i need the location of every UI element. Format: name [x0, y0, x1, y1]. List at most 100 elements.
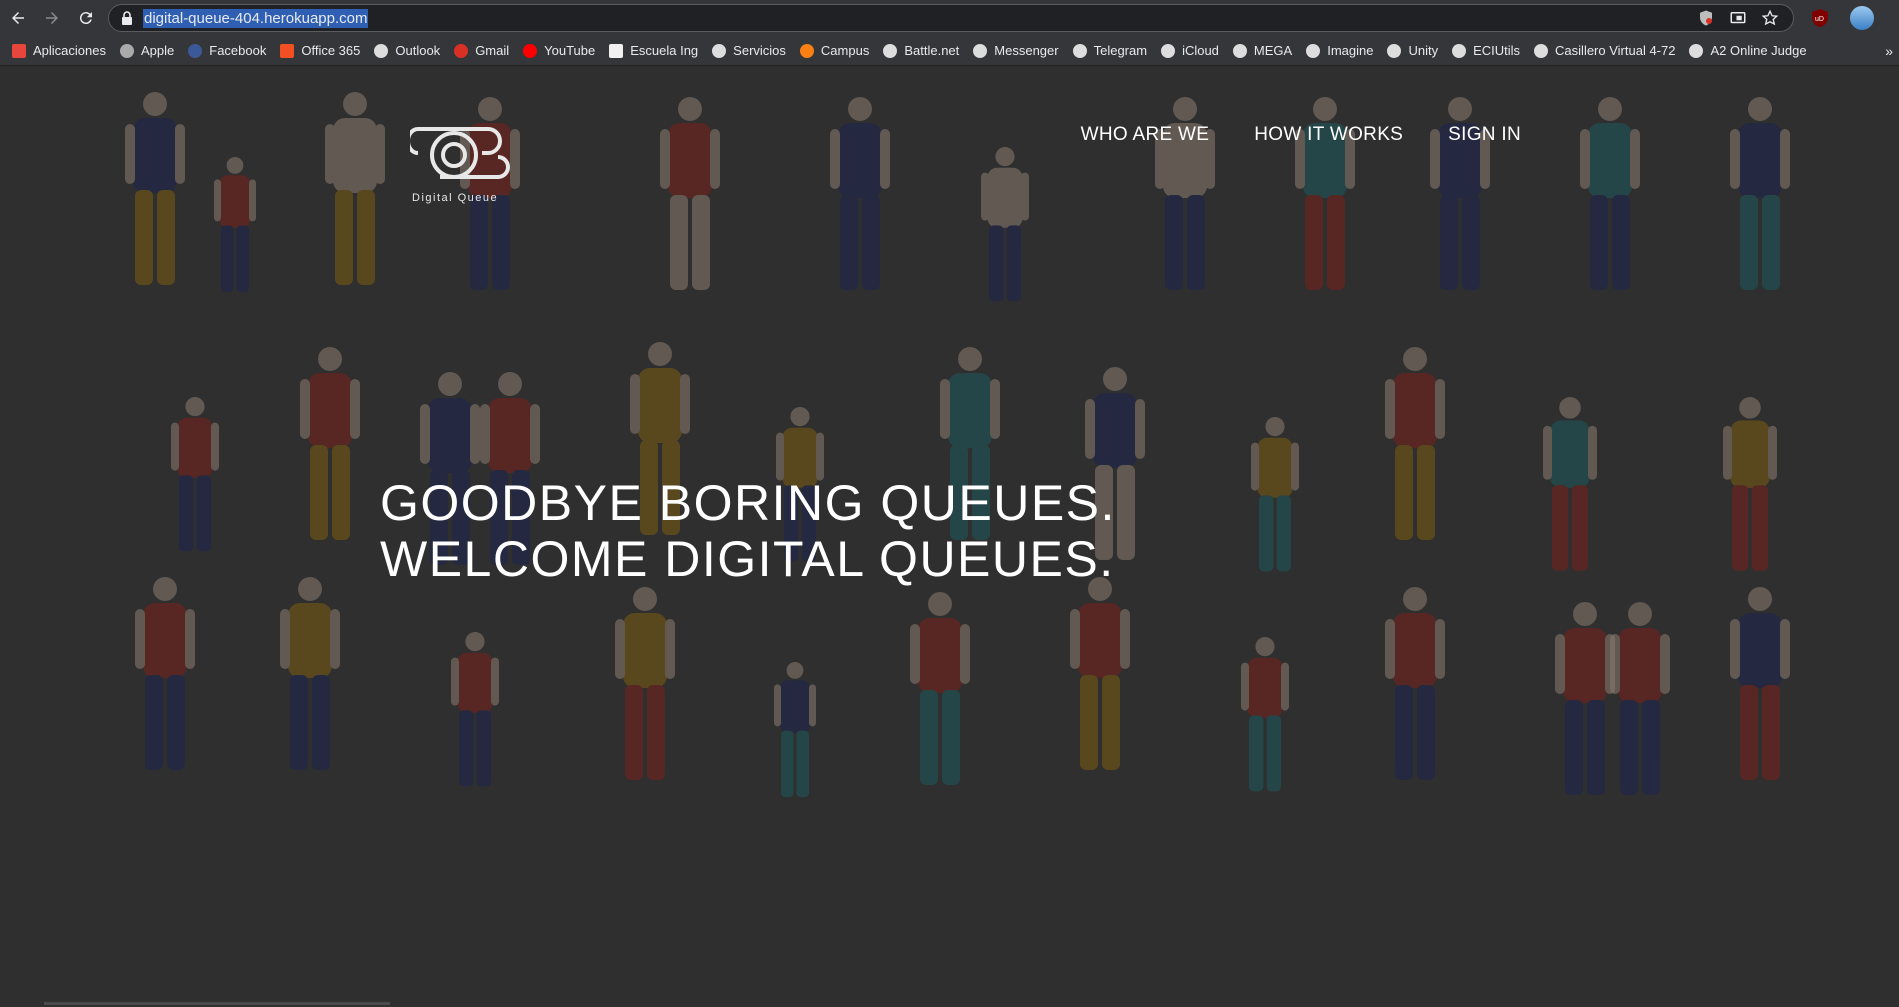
bookmark-item[interactable]: Messenger — [973, 43, 1059, 58]
bookmark-item[interactable]: Campus — [799, 43, 869, 58]
youtube-icon — [523, 43, 538, 58]
bookmark-label: Facebook — [209, 43, 267, 58]
forward-button[interactable] — [36, 2, 68, 34]
horizontal-scrollbar[interactable] — [44, 1002, 390, 1005]
person-figure — [1070, 577, 1130, 770]
url-text[interactable]: digital-queue-404.herokuapp.com — [143, 8, 369, 28]
person-figure — [1730, 587, 1790, 780]
globe-icon — [712, 43, 727, 58]
nav-who-are-we[interactable]: WHO ARE WE — [1081, 124, 1210, 146]
bookmark-item[interactable]: Outlook — [374, 43, 440, 58]
browser-toolbar: digital-queue-404.herokuapp.com uD — [0, 0, 1899, 36]
bookmark-item[interactable]: Office 365 — [280, 43, 360, 58]
person-figure — [1385, 347, 1445, 540]
bookmark-item[interactable]: A2 Online Judge — [1689, 43, 1807, 58]
bookmark-label: Imagine — [1327, 43, 1374, 58]
bookmark-label: Casillero Virtual 4-72 — [1555, 43, 1676, 58]
person-figure — [1555, 602, 1615, 795]
facebook-icon — [188, 43, 203, 58]
shield-icon[interactable] — [1697, 9, 1715, 27]
profile-avatar[interactable] — [1850, 6, 1874, 30]
hero-heading: GOODBYE BORING QUEUES. WELCOME DIGITAL Q… — [380, 475, 1116, 587]
globe-icon — [1161, 43, 1176, 58]
person-figure — [830, 97, 890, 290]
bookmark-label: Telegram — [1093, 43, 1148, 58]
bookmark-label: Unity — [1408, 43, 1439, 58]
svg-text:uD: uD — [1815, 16, 1824, 23]
person-figure — [214, 157, 256, 293]
bookmark-label: YouTube — [544, 43, 596, 58]
back-button[interactable] — [2, 2, 34, 34]
back-arrow-icon — [12, 12, 24, 24]
person-figure — [1385, 587, 1445, 780]
bookmark-item[interactable]: YouTube — [523, 43, 595, 58]
person-figure — [451, 632, 499, 787]
bookmark-item[interactable]: Apple — [120, 43, 174, 58]
bookmark-item[interactable]: Unity — [1387, 43, 1438, 58]
bookmark-item[interactable]: iCloud — [1161, 43, 1219, 58]
page-icon — [609, 43, 624, 58]
bookmark-label: Office 365 — [301, 43, 361, 58]
person-figure — [1580, 97, 1640, 290]
globe-icon — [883, 43, 898, 58]
bookmarks-overflow-button[interactable]: » — [1885, 43, 1893, 59]
hero-line-2: WELCOME DIGITAL QUEUES. — [380, 531, 1115, 587]
globe-icon — [1534, 43, 1549, 58]
bookmark-item[interactable]: MEGA — [1232, 43, 1292, 58]
bookmark-label: Aplicaciones — [33, 43, 106, 58]
globe-icon — [1387, 43, 1402, 58]
globe-icon — [1452, 43, 1467, 58]
person-figure — [981, 147, 1029, 302]
bookmark-label: Gmail — [475, 43, 510, 58]
person-figure — [280, 577, 340, 770]
hero-line-1: GOODBYE BORING QUEUES. — [380, 475, 1116, 531]
bookmark-item[interactable]: Facebook — [188, 43, 266, 58]
ublock-extension-icon[interactable]: uD — [1810, 8, 1830, 28]
person-figure — [1730, 97, 1790, 290]
bookmark-label: A2 Online Judge — [1710, 43, 1807, 58]
person-figure — [615, 587, 675, 780]
page-content: Digital Queue WHO ARE WE HOW IT WORKS SI… — [0, 67, 1899, 1007]
bookmark-label: iCloud — [1182, 43, 1219, 58]
bookmark-item[interactable]: Casillero Virtual 4-72 — [1534, 43, 1675, 58]
globe-icon — [1689, 43, 1704, 58]
bookmark-item[interactable]: Gmail — [454, 43, 509, 58]
address-bar[interactable]: digital-queue-404.herokuapp.com — [108, 4, 1794, 32]
person-figure — [1251, 417, 1299, 572]
person-figure — [171, 397, 219, 552]
person-figure — [1723, 397, 1777, 571]
globe-icon — [973, 43, 988, 58]
globe-icon — [374, 43, 389, 58]
office-icon — [280, 43, 295, 58]
nav-sign-in[interactable]: SIGN IN — [1448, 124, 1521, 146]
bookmark-label: Messenger — [994, 43, 1059, 58]
person-figure — [300, 347, 360, 540]
person-figure — [125, 92, 185, 285]
globe-icon — [1232, 43, 1247, 58]
bookmark-item[interactable]: Imagine — [1306, 43, 1373, 58]
bookmarks-bar: Aplicaciones Apple Facebook Office 365 Outlo… — [0, 36, 1899, 66]
star-icon[interactable] — [1761, 9, 1779, 27]
bookmark-label: Outlook — [395, 43, 441, 58]
bookmark-item[interactable]: Servicios — [712, 43, 786, 58]
person-figure — [1610, 602, 1670, 795]
bookmark-item[interactable]: Aplicaciones — [12, 43, 106, 58]
nav-how-it-works[interactable]: HOW IT WORKS — [1254, 124, 1403, 146]
apple-icon — [120, 43, 134, 58]
reload-icon — [79, 12, 92, 25]
bookmark-label: Apple — [141, 43, 175, 58]
cast-icon[interactable] — [1729, 9, 1747, 27]
globe-icon — [1306, 43, 1321, 58]
person-figure — [910, 592, 970, 785]
globe-icon — [1072, 43, 1087, 58]
bookmark-item[interactable]: Battle.net — [883, 43, 959, 58]
person-figure — [660, 97, 720, 290]
bookmark-label: Battle.net — [904, 43, 960, 58]
bookmark-item[interactable]: ECIUtils — [1452, 43, 1520, 58]
bookmark-label: Servicios — [733, 43, 786, 58]
person-figure — [774, 662, 816, 798]
bookmark-item[interactable]: Escuela Ing — [609, 43, 698, 58]
moodle-icon — [799, 43, 814, 58]
reload-button[interactable] — [70, 2, 102, 34]
bookmark-item[interactable]: Telegram — [1072, 43, 1148, 58]
